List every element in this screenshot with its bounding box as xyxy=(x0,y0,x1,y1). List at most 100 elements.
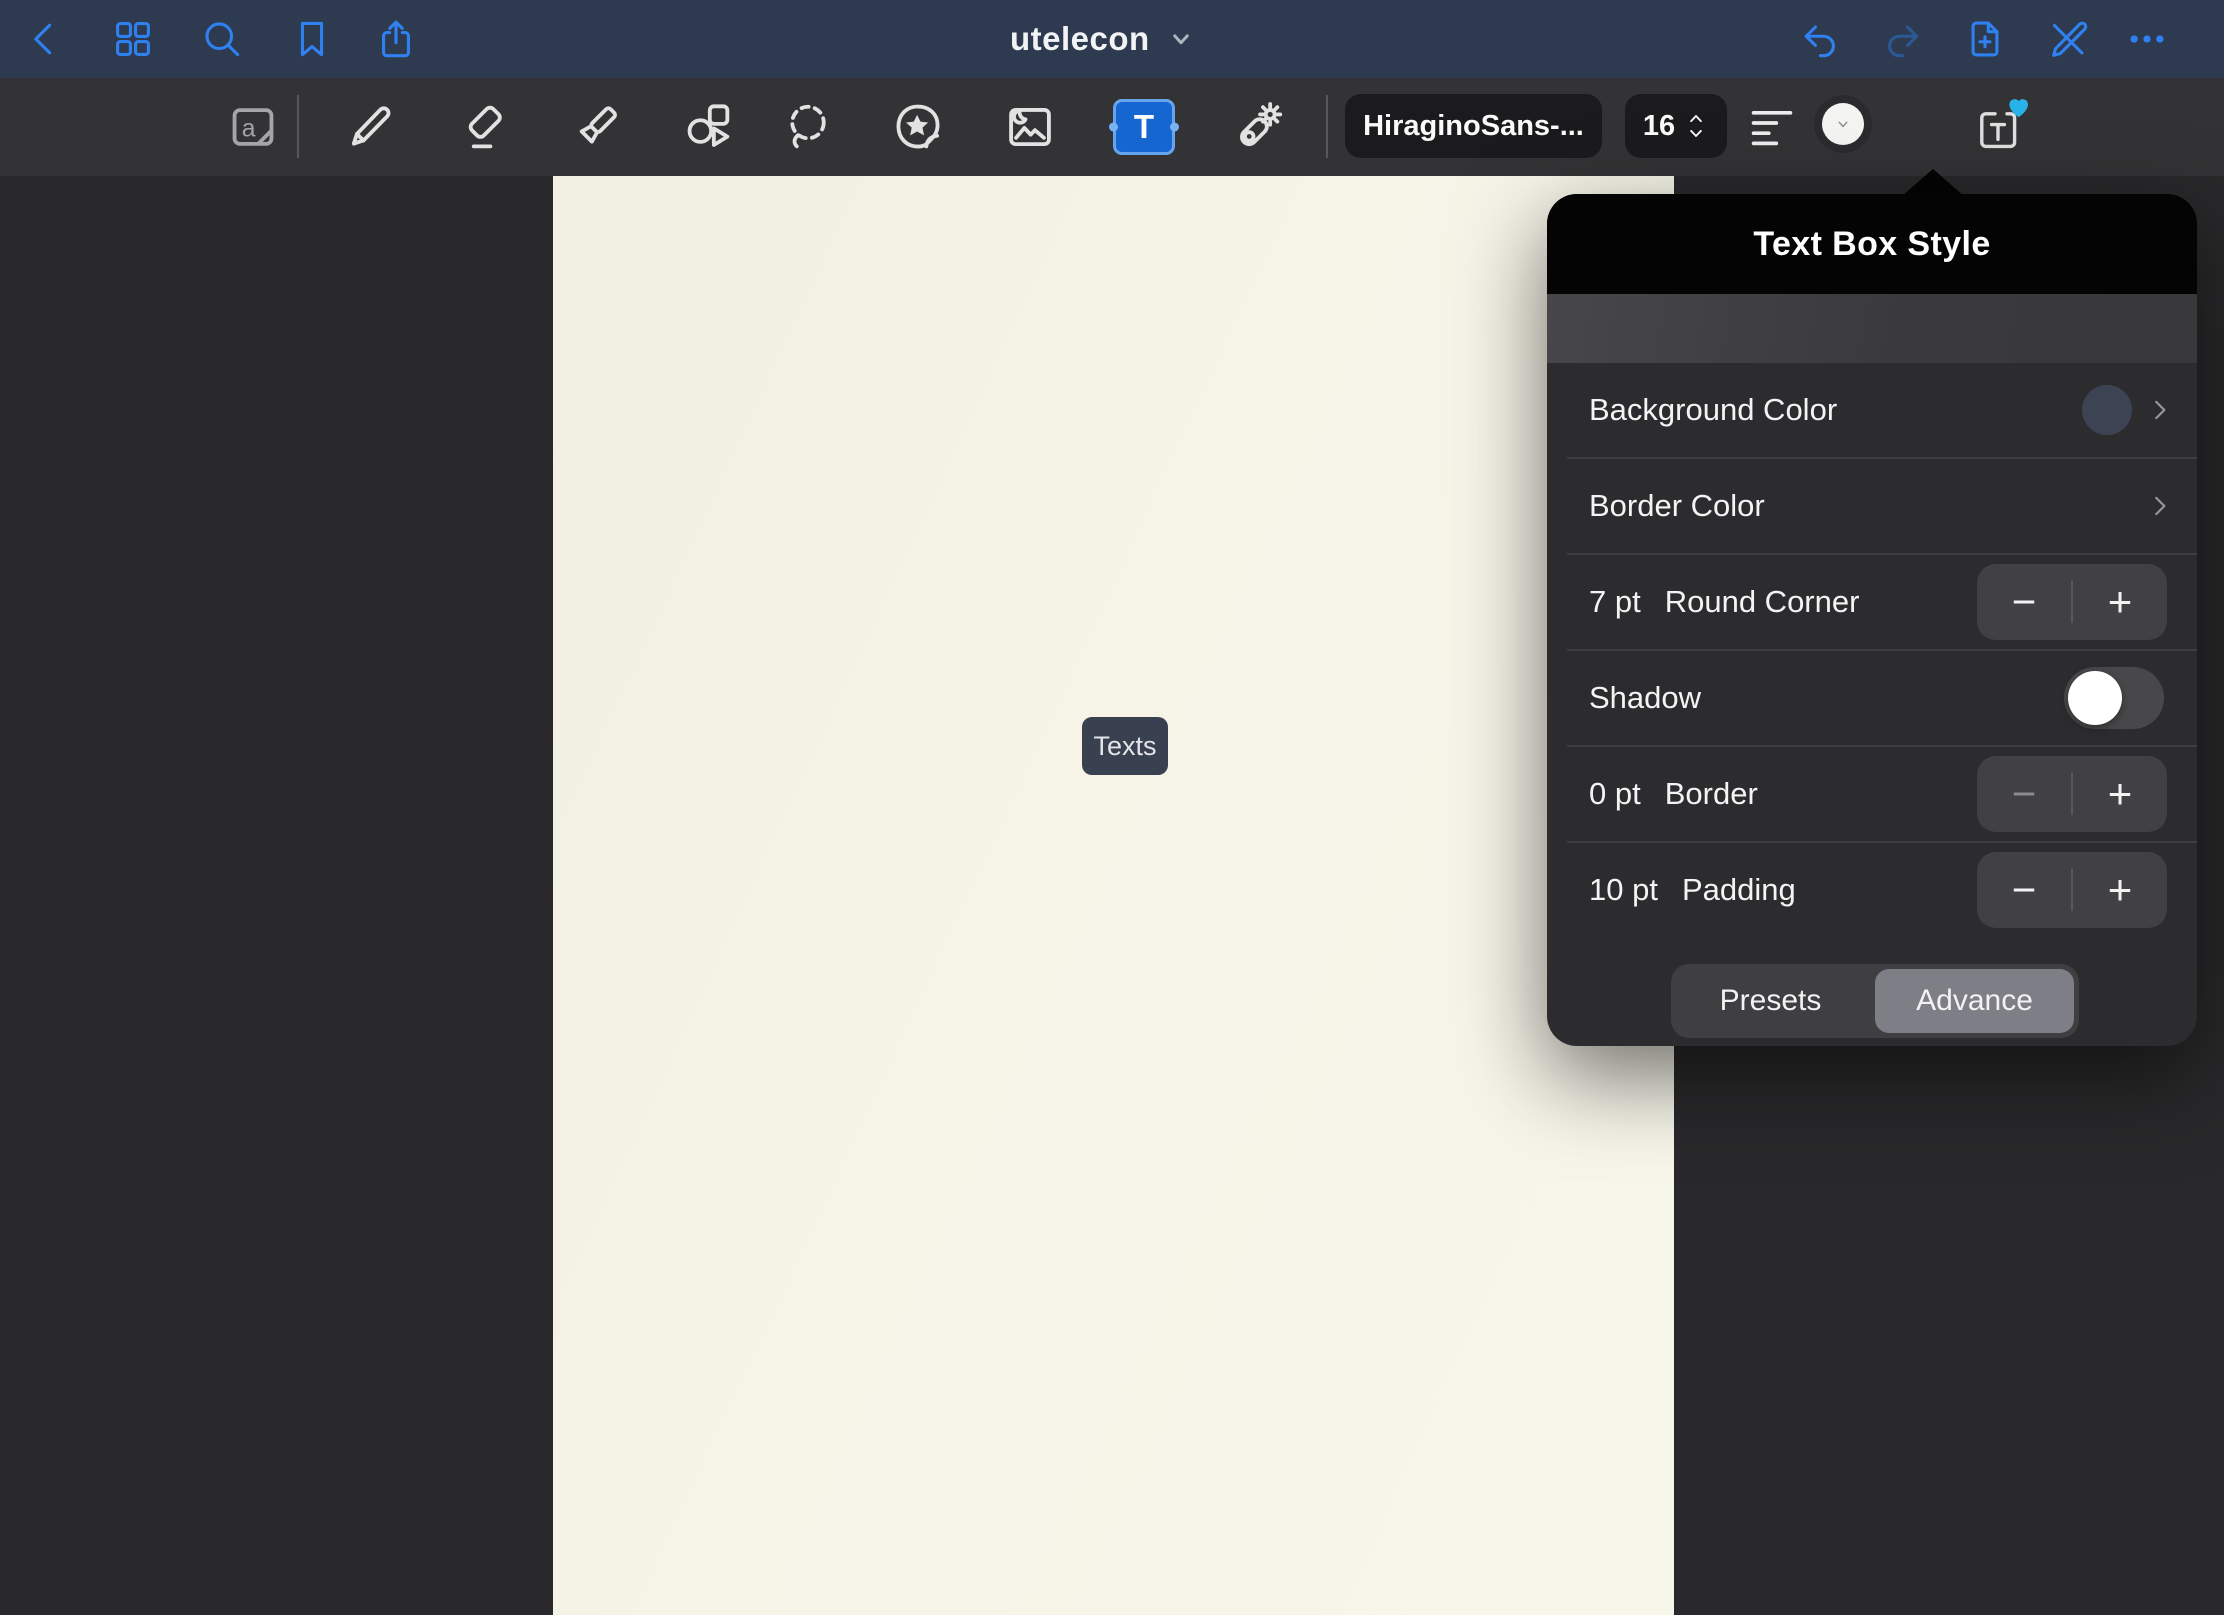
sticker-icon xyxy=(891,100,945,154)
lasso-icon xyxy=(781,100,835,154)
padding-value: 10 pt xyxy=(1589,872,1658,908)
row-label: Padding xyxy=(1682,872,1796,908)
text-tool-button-selected[interactable]: T xyxy=(1113,99,1175,155)
chevron-right-icon xyxy=(2145,491,2175,521)
eraser-tool-button[interactable] xyxy=(458,100,512,154)
highlighter-tool-button[interactable] xyxy=(569,100,623,154)
minus-button[interactable]: − xyxy=(1977,852,2071,928)
shadow-toggle-off[interactable] xyxy=(2064,667,2164,729)
row-border-width: 0 pt Border − + xyxy=(1547,747,2197,841)
plus-button[interactable]: + xyxy=(2073,564,2167,640)
redo-button[interactable] xyxy=(1881,17,1925,61)
image-icon xyxy=(1003,100,1057,154)
bookmark-button[interactable] xyxy=(290,17,334,61)
background-color-swatch xyxy=(2082,385,2132,435)
chevron-right-icon xyxy=(2145,395,2175,425)
font-size-stepper[interactable]: 16 xyxy=(1625,94,1727,158)
sticker-tool-button[interactable] xyxy=(891,100,945,154)
row-label: Shadow xyxy=(1589,680,1701,716)
nav-bar: utelecon xyxy=(0,0,2224,78)
advance-tab-selected[interactable]: Advance xyxy=(1875,969,2074,1033)
row-label: Border xyxy=(1665,776,1758,812)
heart-badge-icon xyxy=(2004,96,2032,124)
eraser-icon xyxy=(458,100,512,154)
add-page-button[interactable] xyxy=(1963,17,2007,61)
align-left-icon xyxy=(1746,102,1798,154)
round-corner-value: 7 pt xyxy=(1589,584,1641,620)
pen-icon xyxy=(343,100,397,154)
text-align-button[interactable] xyxy=(1746,102,1798,152)
popover-arrow xyxy=(1902,169,1964,196)
back-button[interactable] xyxy=(23,17,67,61)
row-label: Border Color xyxy=(1589,488,1765,524)
read-mode-icon: a xyxy=(226,100,280,154)
share-button[interactable] xyxy=(374,17,418,61)
row-background-color[interactable]: Background Color xyxy=(1547,363,2197,457)
read-mode-button[interactable]: a xyxy=(226,100,280,154)
text-box-style-popover: Text Box Style Background Color Border C… xyxy=(1547,194,2197,1046)
padding-stepper: − + xyxy=(1977,852,2167,928)
size-up-down-icon xyxy=(1683,109,1709,143)
tools-bar: a xyxy=(0,78,2224,176)
laser-pointer-button[interactable] xyxy=(1231,100,1285,154)
presets-tab[interactable]: Presets xyxy=(1671,964,1870,1038)
font-family-value: HiraginoSans-... xyxy=(1363,110,1584,143)
pen-tool-button[interactable] xyxy=(343,100,397,154)
search-button[interactable] xyxy=(200,17,244,61)
canvas-text-box[interactable]: Texts xyxy=(1082,717,1168,775)
plus-button[interactable]: + xyxy=(2073,852,2167,928)
round-corner-stepper: − + xyxy=(1977,564,2167,640)
note-page[interactable] xyxy=(553,176,1674,1615)
shapes-icon xyxy=(681,100,735,154)
undo-button[interactable] xyxy=(1798,17,1842,61)
laser-pointer-icon xyxy=(1231,100,1285,154)
text-color-button[interactable] xyxy=(1814,95,1872,153)
chevron-left-icon xyxy=(23,17,67,61)
more-button[interactable] xyxy=(2125,17,2169,61)
shapes-tool-button[interactable] xyxy=(681,100,735,154)
row-shadow: Shadow xyxy=(1547,651,2197,745)
toolbar-divider xyxy=(1326,95,1328,158)
chevron-down-icon xyxy=(1166,24,1196,54)
exit-annotation-button[interactable] xyxy=(2046,17,2090,61)
border-width-value: 0 pt xyxy=(1589,776,1641,812)
text-tool-glyph: T xyxy=(1134,108,1154,146)
image-tool-button[interactable] xyxy=(1003,100,1057,154)
popover-title: Text Box Style xyxy=(1753,225,1990,264)
popover-preview-strip xyxy=(1547,294,2197,363)
plus-button[interactable]: + xyxy=(2073,756,2167,832)
minus-button-disabled[interactable]: − xyxy=(1977,756,2071,832)
font-size-value: 16 xyxy=(1643,110,1675,143)
row-label: Background Color xyxy=(1589,392,1837,428)
notebook-title-button[interactable]: utelecon xyxy=(1010,0,1196,78)
crossed-pencil-icon xyxy=(2046,17,2090,61)
document-grid-button[interactable] xyxy=(111,17,155,61)
presets-advance-segmented-control: Presets Advance xyxy=(1671,964,2079,1038)
notebook-title: utelecon xyxy=(1010,20,1150,58)
search-icon xyxy=(200,17,244,61)
chevron-down-icon xyxy=(1833,114,1853,134)
highlighter-icon xyxy=(569,100,623,154)
row-padding: 10 pt Padding − + xyxy=(1547,843,2197,937)
redo-icon xyxy=(1881,17,1925,61)
svg-text:a: a xyxy=(242,115,256,142)
row-round-corner: 7 pt Round Corner − + xyxy=(1547,555,2197,649)
text-style-favorites-button[interactable] xyxy=(1974,98,2038,160)
lasso-tool-button[interactable] xyxy=(781,100,835,154)
share-icon xyxy=(374,17,418,61)
add-page-icon xyxy=(1963,17,2007,61)
undo-icon xyxy=(1798,17,1842,61)
current-color-swatch xyxy=(1822,103,1864,145)
border-width-stepper: − + xyxy=(1977,756,2167,832)
selection-handle-right xyxy=(1170,123,1179,132)
toolbar-divider xyxy=(297,95,299,158)
toggle-knob xyxy=(2068,671,2122,725)
notes-app-window: utelecon xyxy=(0,0,2224,1615)
grid-icon xyxy=(111,17,155,61)
selection-handle-left xyxy=(1109,123,1118,132)
text-box-content: Texts xyxy=(1093,731,1156,762)
font-family-button[interactable]: HiraginoSans-... xyxy=(1345,94,1602,158)
row-label: Round Corner xyxy=(1665,584,1860,620)
row-border-color[interactable]: Border Color xyxy=(1547,459,2197,553)
minus-button[interactable]: − xyxy=(1977,564,2071,640)
